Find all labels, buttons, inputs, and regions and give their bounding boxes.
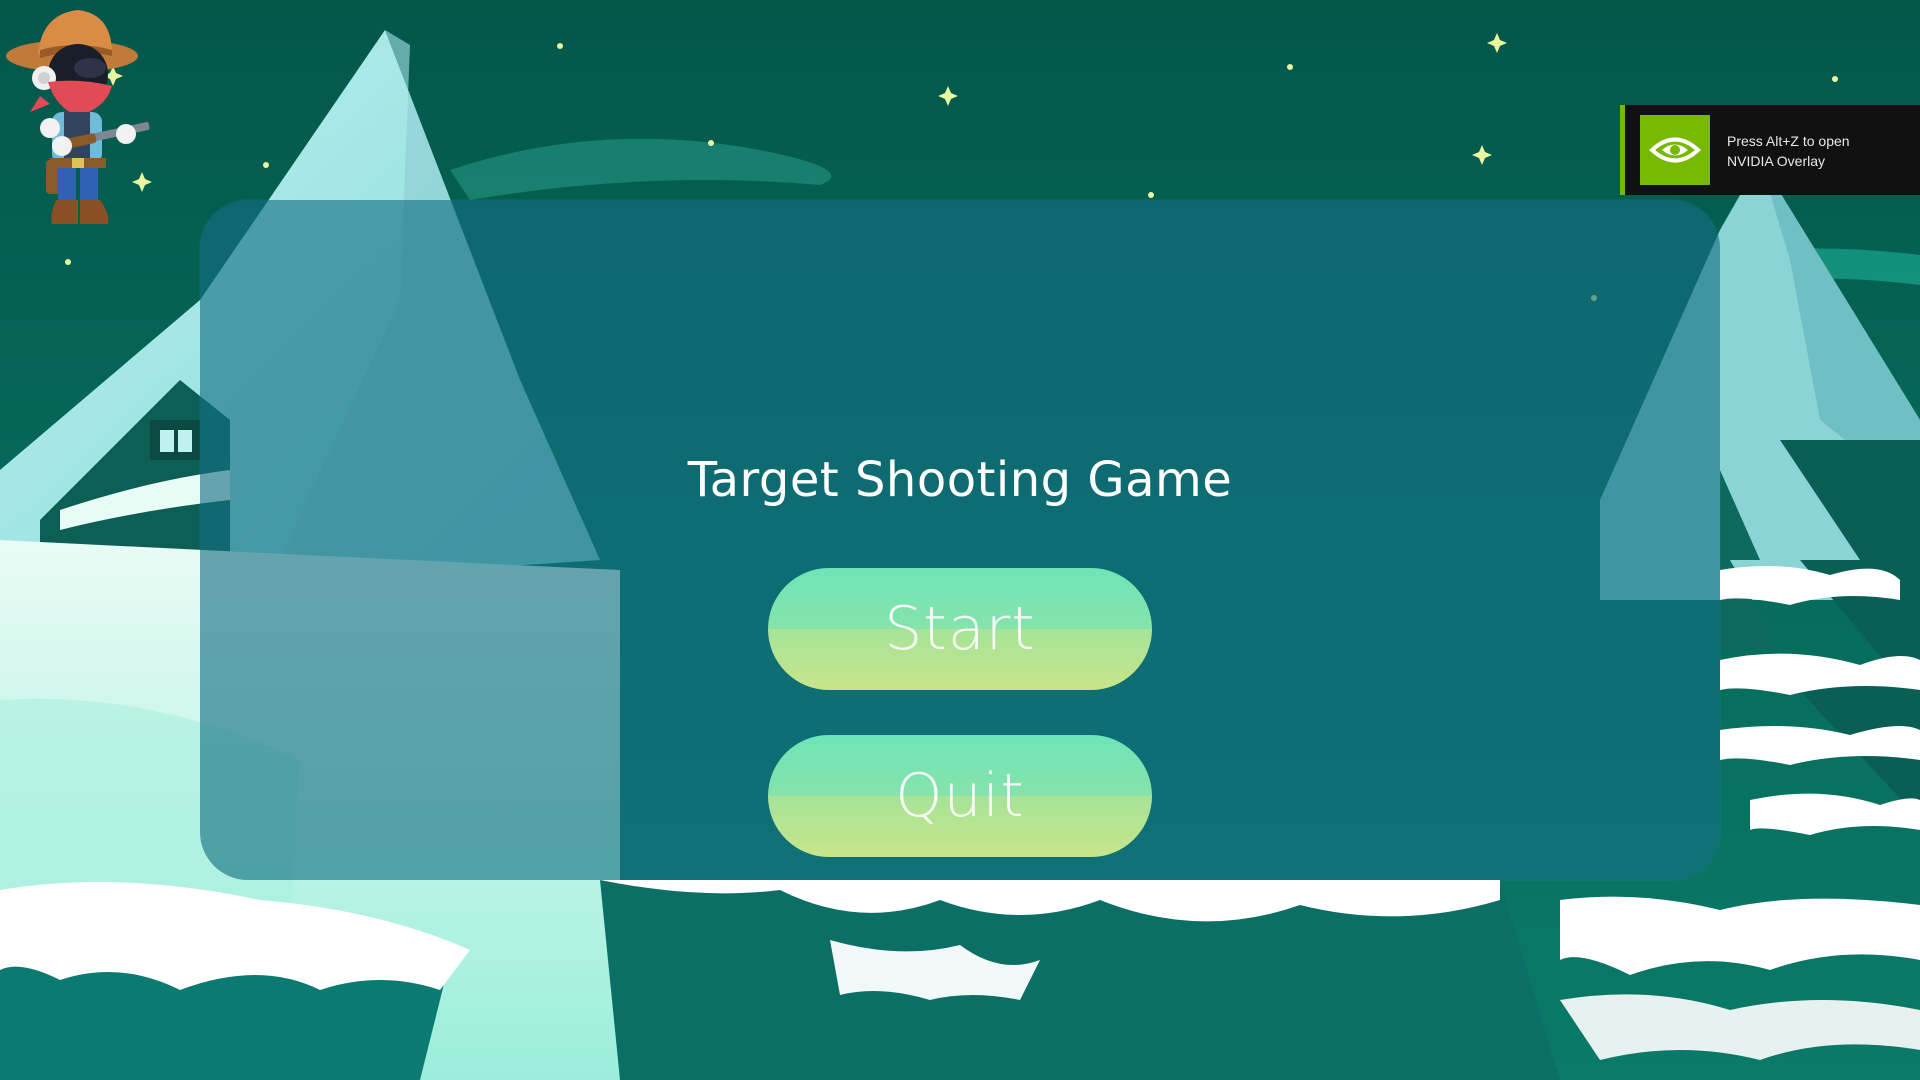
overlay-hint-text: Press Alt+Z to open NVIDIA Overlay [1727, 131, 1850, 171]
nvidia-overlay-toast[interactable]: Press Alt+Z to open NVIDIA Overlay [1620, 105, 1920, 195]
quit-button[interactable]: Quit [768, 735, 1152, 857]
cowboy-character [6, 10, 150, 224]
start-button[interactable]: Start [768, 568, 1152, 690]
game-screen: Target Shooting Game Start Quit Press Al… [0, 0, 1920, 1080]
overlay-line-2: NVIDIA Overlay [1727, 153, 1826, 169]
overlay-line-1: Press Alt+Z to open [1727, 133, 1850, 149]
nvidia-eye-icon [1640, 115, 1710, 185]
game-title: Target Shooting Game [687, 452, 1233, 508]
